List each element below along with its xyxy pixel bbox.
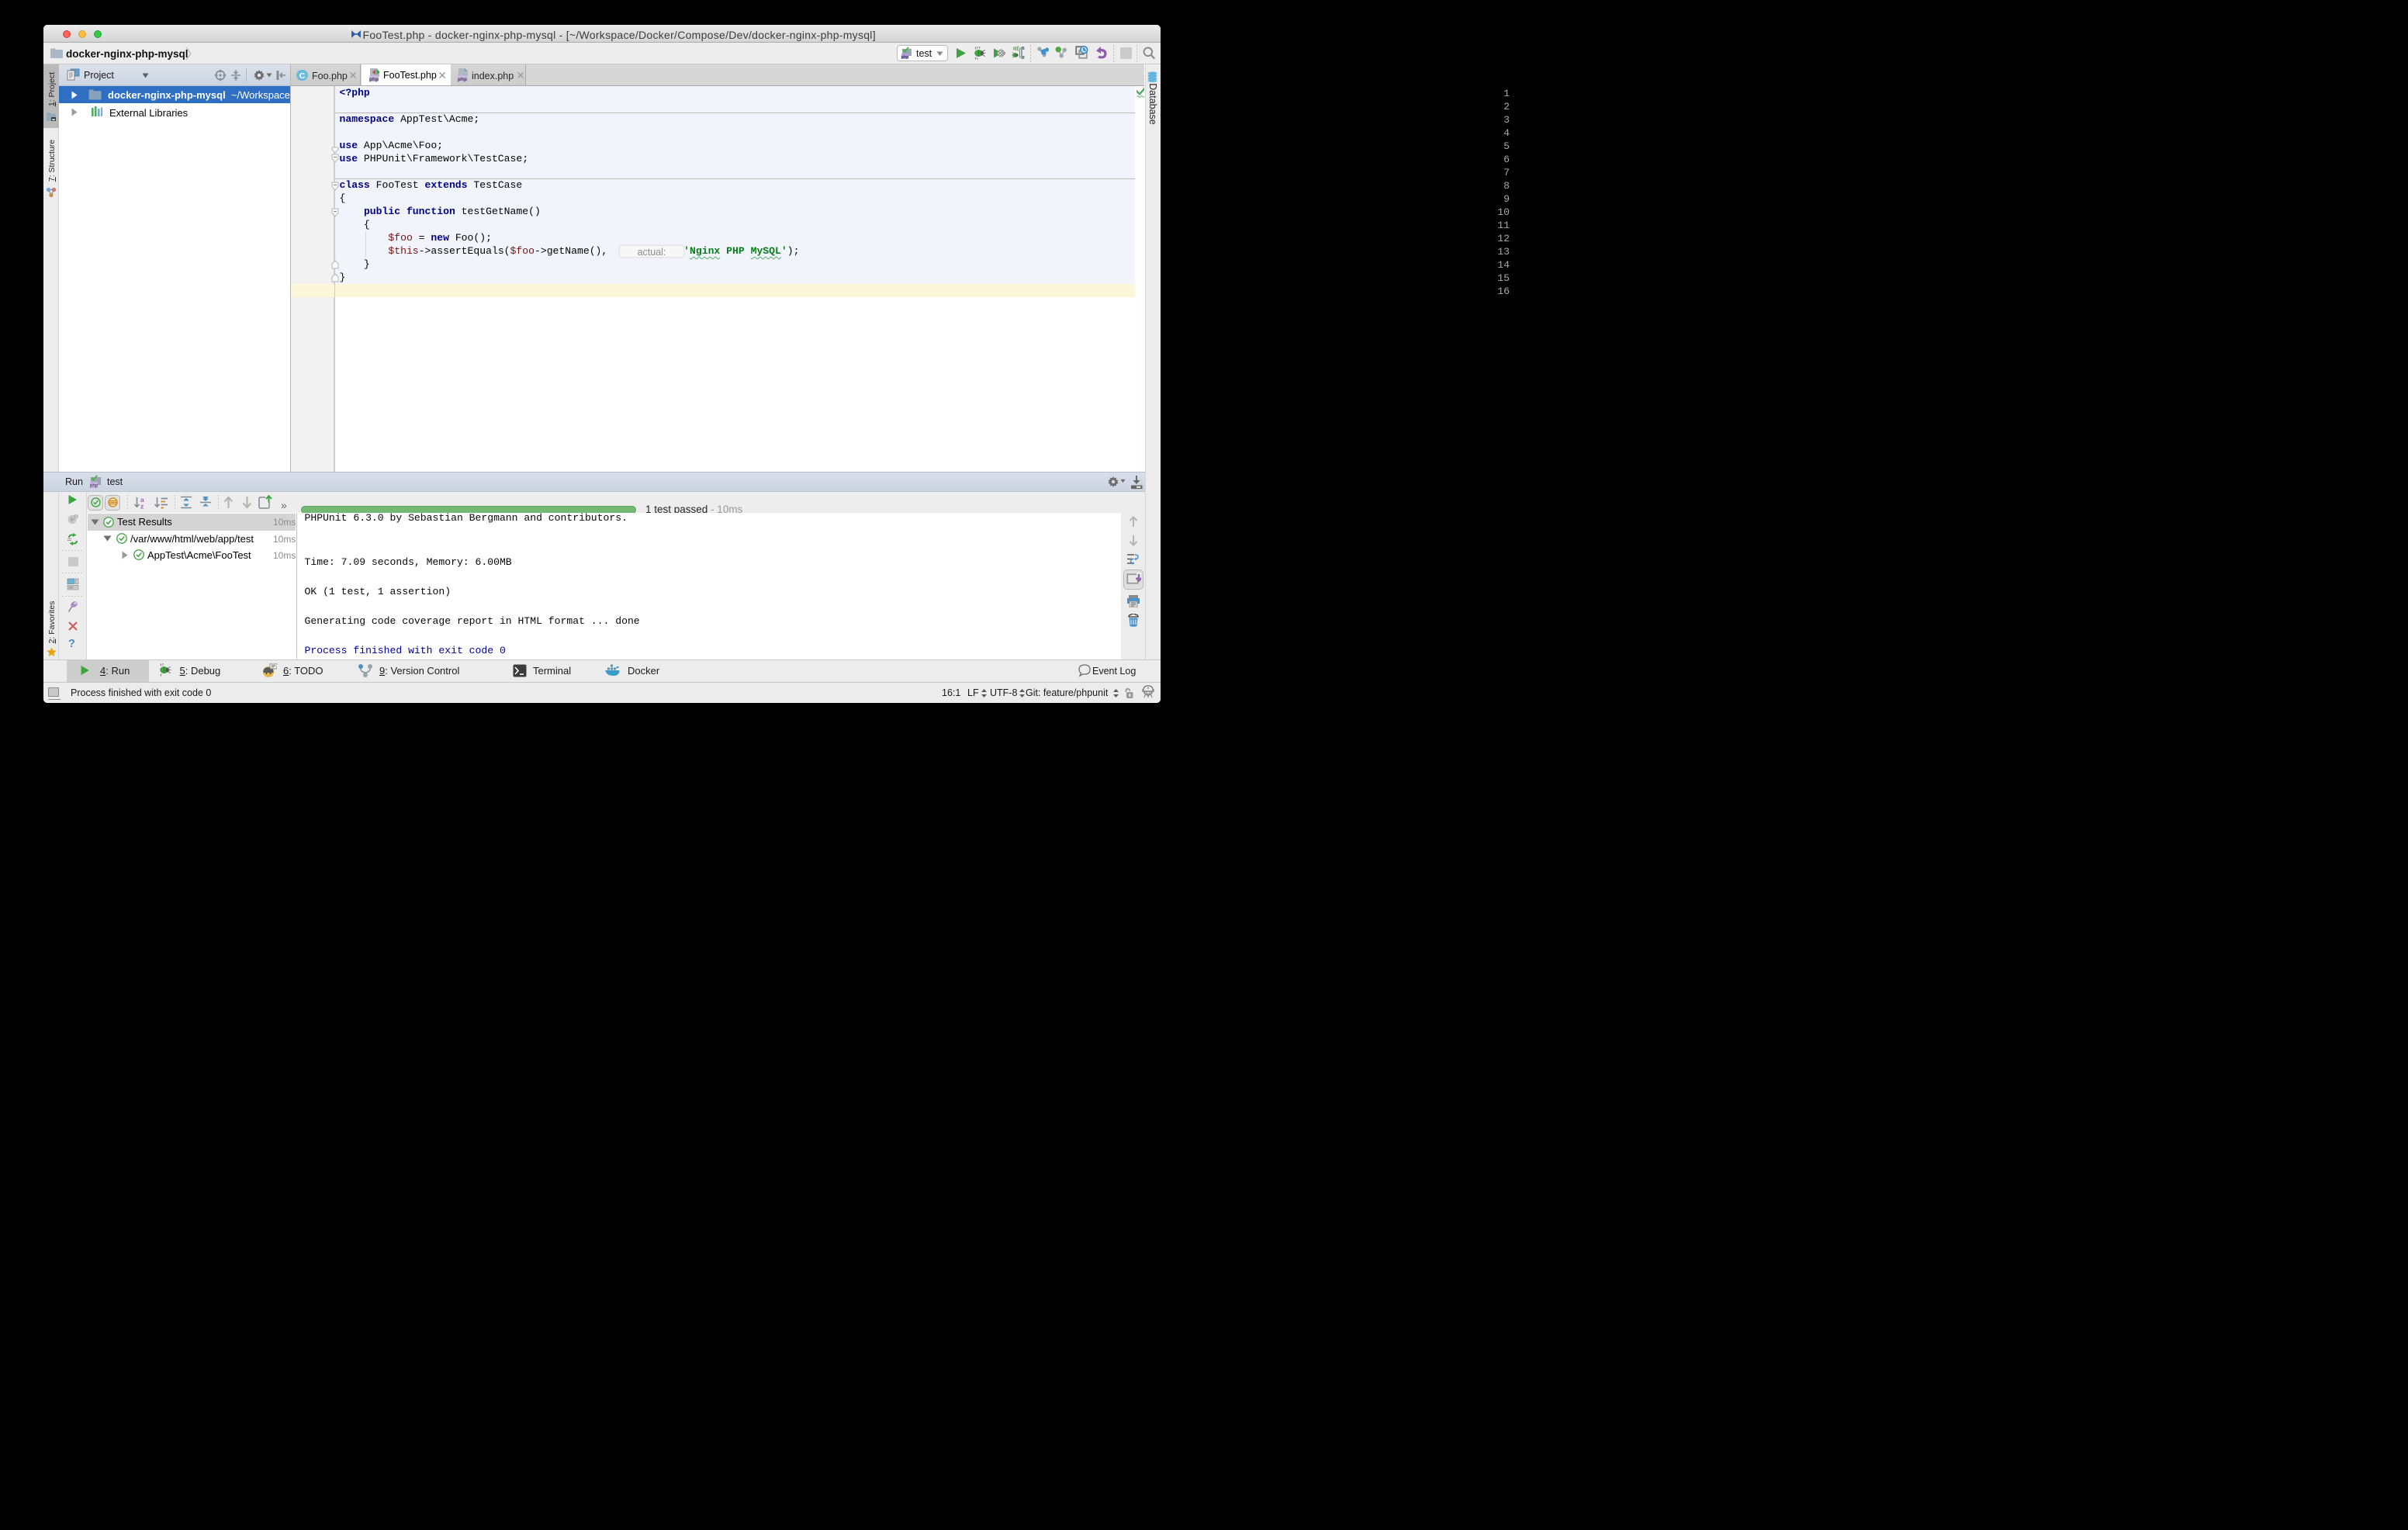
svg-text:!: ! (75, 515, 77, 520)
svg-text:php: php (90, 484, 99, 489)
svg-text:php: php (458, 77, 467, 82)
svg-text:php: php (901, 55, 909, 60)
svg-text:z: z (140, 503, 144, 510)
svg-text:php: php (369, 77, 379, 82)
